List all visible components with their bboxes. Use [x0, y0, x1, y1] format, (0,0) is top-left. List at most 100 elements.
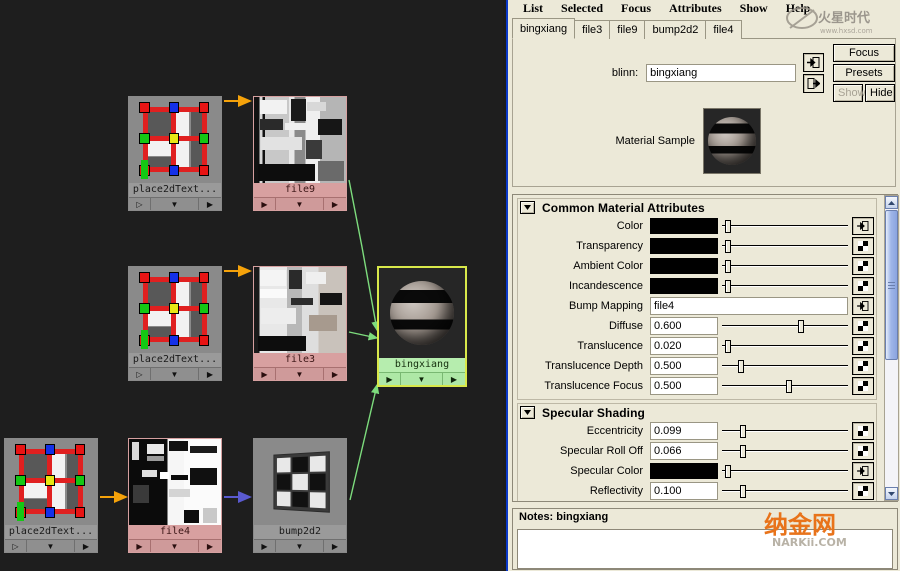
- collapse-arrow-icon[interactable]: [520, 201, 535, 214]
- scroll-up-button[interactable]: [885, 196, 898, 209]
- checker-icon[interactable]: [852, 357, 874, 375]
- scroll-down-button[interactable]: [885, 487, 898, 500]
- node-expand-toggle[interactable]: ▼: [151, 368, 199, 380]
- attr-slider[interactable]: [722, 278, 848, 294]
- node-expand-toggle[interactable]: ▼: [151, 540, 199, 552]
- node-footer[interactable]: ▶ ▼ ▶: [254, 367, 346, 380]
- menu-attributes[interactable]: Attributes: [660, 0, 731, 16]
- menu-list[interactable]: List: [514, 0, 552, 16]
- translucence-depth-input[interactable]: [650, 357, 718, 375]
- color-swatch[interactable]: [650, 218, 718, 234]
- node-expand-toggle[interactable]: ▼: [276, 540, 324, 552]
- node-footer[interactable]: ▷ ▼ ▶: [129, 197, 221, 210]
- attr-slider[interactable]: [722, 338, 848, 354]
- section-header[interactable]: Specular Shading: [518, 404, 876, 421]
- node-footer[interactable]: ▶ ▼ ▶: [129, 539, 221, 552]
- attr-slider[interactable]: [722, 218, 848, 234]
- attr-slider[interactable]: [722, 358, 848, 374]
- node-input-toggle[interactable]: ▷: [5, 540, 27, 552]
- diffuse-input[interactable]: [650, 317, 718, 335]
- color-swatch[interactable]: [650, 278, 718, 294]
- attr-slider[interactable]: [722, 378, 848, 394]
- collapse-arrow-icon[interactable]: [520, 406, 535, 419]
- graph-node-file4[interactable]: file4 ▶ ▼ ▶: [128, 438, 222, 553]
- graph-node-place2dtexture3[interactable]: place2dText... ▷ ▼ ▶: [128, 266, 222, 381]
- attr-slider[interactable]: [722, 318, 848, 334]
- checker-icon[interactable]: [852, 237, 874, 255]
- map-icon[interactable]: [852, 462, 874, 480]
- menu-bar[interactable]: List Selected Focus Attributes Show Help: [508, 0, 900, 16]
- tab-bingxiang[interactable]: bingxiang: [512, 18, 576, 39]
- node-output-toggle[interactable]: ▶: [443, 373, 465, 385]
- graph-node-place2dtexture9[interactable]: place2dText... ▷ ▼ ▶: [128, 96, 222, 211]
- checker-icon[interactable]: [852, 317, 874, 335]
- node-footer[interactable]: ▷ ▼ ▶: [129, 367, 221, 380]
- menu-selected[interactable]: Selected: [552, 0, 612, 16]
- checker-icon[interactable]: [852, 337, 874, 355]
- menu-show[interactable]: Show: [731, 0, 777, 16]
- scrollbar-thumb[interactable]: [885, 210, 898, 360]
- node-expand-toggle[interactable]: ▼: [276, 368, 324, 380]
- graph-node-bump2d2[interactable]: bump2d2 ▶ ▼ ▶: [253, 438, 347, 553]
- tab-file4[interactable]: file4: [705, 20, 742, 39]
- attr-slider[interactable]: [722, 258, 848, 274]
- menu-focus[interactable]: Focus: [612, 0, 660, 16]
- attr-slider[interactable]: [722, 423, 848, 439]
- translucence-focus-input[interactable]: [650, 377, 718, 395]
- copy-tab-button[interactable]: [803, 74, 824, 93]
- node-output-toggle[interactable]: ▶: [199, 198, 221, 210]
- material-sample-swatch[interactable]: [703, 108, 761, 174]
- attribute-scroll-area[interactable]: Common Material Attributes Color Transpa…: [512, 194, 898, 502]
- node-footer[interactable]: ▷ ▼ ▶: [5, 539, 97, 552]
- checker-icon[interactable]: [852, 422, 874, 440]
- node-expand-toggle[interactable]: ▼: [401, 373, 443, 385]
- hide-button[interactable]: Hide: [865, 84, 895, 102]
- node-expand-toggle[interactable]: ▼: [151, 198, 199, 210]
- node-graph-canvas[interactable]: place2dText... ▷ ▼ ▶ file9 ▶ ▼ ▶ place2d…: [0, 0, 503, 571]
- focus-button[interactable]: Focus: [833, 44, 895, 62]
- map-icon[interactable]: [852, 217, 874, 235]
- graph-node-file9[interactable]: file9 ▶ ▼ ▶: [253, 96, 347, 211]
- translucence-input[interactable]: [650, 337, 718, 355]
- checker-icon[interactable]: [852, 257, 874, 275]
- color-swatch[interactable]: [650, 463, 718, 479]
- graph-node-bingxiang[interactable]: bingxiang ▶ ▼ ▶: [377, 266, 467, 387]
- attribute-scrollbar[interactable]: [884, 195, 899, 501]
- graph-node-file3[interactable]: file3 ▶ ▼ ▶: [253, 266, 347, 381]
- node-output-toggle[interactable]: ▶: [324, 540, 346, 552]
- presets-button[interactable]: Presets: [833, 64, 895, 82]
- node-output-toggle[interactable]: ▶: [199, 368, 221, 380]
- reflectivity-input[interactable]: [650, 482, 718, 500]
- attr-slider[interactable]: [722, 443, 848, 459]
- node-input-toggle[interactable]: ▶: [254, 540, 276, 552]
- node-output-toggle[interactable]: ▶: [75, 540, 97, 552]
- node-expand-toggle[interactable]: ▼: [276, 198, 324, 210]
- checker-icon[interactable]: [852, 377, 874, 395]
- node-output-toggle[interactable]: ▶: [199, 540, 221, 552]
- node-input-toggle[interactable]: ▷: [129, 368, 151, 380]
- map-icon[interactable]: [852, 297, 874, 315]
- graph-node-place2dtexture4[interactable]: place2dText... ▷ ▼ ▶: [4, 438, 98, 553]
- node-input-toggle[interactable]: ▶: [254, 368, 276, 380]
- node-output-toggle[interactable]: ▶: [324, 198, 346, 210]
- checker-icon[interactable]: [852, 277, 874, 295]
- node-footer[interactable]: ▶ ▼ ▶: [254, 539, 346, 552]
- attr-slider[interactable]: [722, 483, 848, 499]
- node-footer[interactable]: ▶ ▼ ▶: [379, 372, 465, 385]
- node-expand-toggle[interactable]: ▼: [27, 540, 75, 552]
- checker-icon[interactable]: [852, 482, 874, 500]
- node-input-toggle[interactable]: ▶: [254, 198, 276, 210]
- node-footer[interactable]: ▶ ▼ ▶: [254, 197, 346, 210]
- eccentricity-input[interactable]: [650, 422, 718, 440]
- section-header[interactable]: Common Material Attributes: [518, 199, 876, 216]
- node-input-toggle[interactable]: ▷: [129, 198, 151, 210]
- color-swatch[interactable]: [650, 258, 718, 274]
- attr-slider[interactable]: [722, 463, 848, 479]
- checker-icon[interactable]: [852, 442, 874, 460]
- node-tab-strip[interactable]: bingxiang file3 file9 bump2d2 file4: [512, 17, 896, 39]
- notes-textarea[interactable]: [517, 529, 893, 569]
- color-swatch[interactable]: [650, 238, 718, 254]
- tab-file9[interactable]: file9: [609, 20, 646, 39]
- load-attributes-button[interactable]: [803, 53, 824, 72]
- tab-bump2d2[interactable]: bump2d2: [644, 20, 707, 39]
